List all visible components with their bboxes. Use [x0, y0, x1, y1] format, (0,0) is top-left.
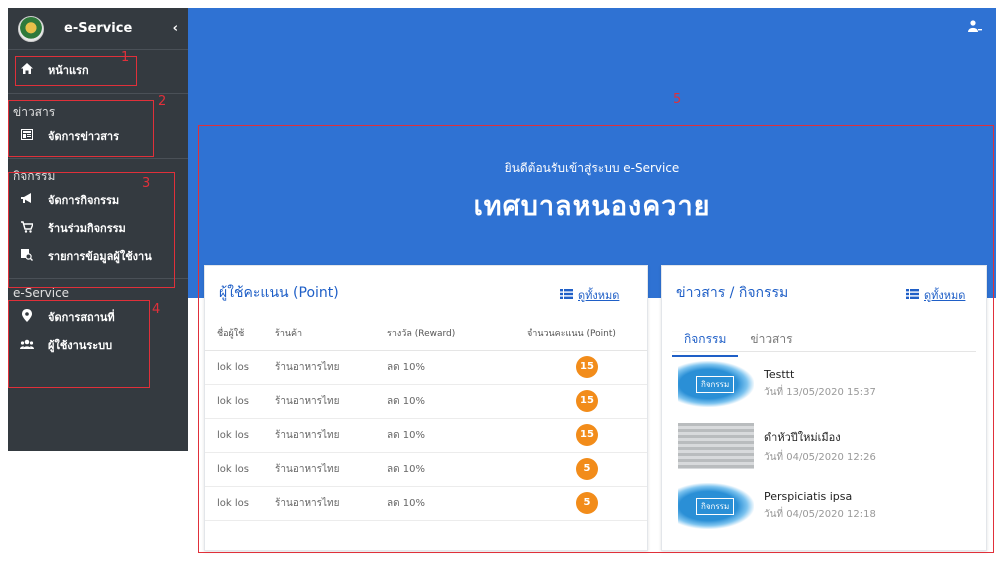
annotation-number: 2 — [158, 94, 167, 109]
annotation-box — [8, 300, 150, 388]
sidebar-header: e-Service ‹ — [8, 8, 188, 50]
collapse-sidebar-icon[interactable]: ‹ — [173, 21, 178, 36]
annotation-box — [15, 56, 137, 86]
annotation-number: 3 — [142, 176, 151, 191]
annotation-box — [198, 125, 994, 553]
annotation-number: 5 — [673, 92, 682, 107]
app-root: e-Service ‹ หน้าแรก ข่าวสาร จัดการข่าวสา… — [0, 0, 996, 564]
annotation-number: 1 — [121, 50, 130, 65]
brand-name: e-Service — [64, 21, 133, 36]
annotation-box — [8, 100, 154, 157]
logo — [18, 15, 44, 42]
annotation-number: 4 — [152, 302, 161, 317]
user-add-icon[interactable] — [968, 20, 982, 35]
